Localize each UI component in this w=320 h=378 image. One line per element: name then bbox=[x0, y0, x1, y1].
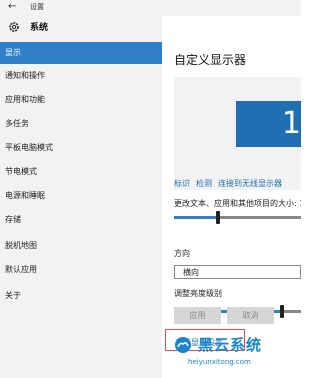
monitor-number: 1 bbox=[281, 106, 301, 141]
display-links: 标识 检测 连接到无线显示器 bbox=[174, 179, 288, 189]
sidebar-item-multitasking[interactable]: 多任务 bbox=[0, 113, 162, 135]
display-preview: 1 bbox=[174, 77, 301, 190]
detect-link[interactable]: 检测 bbox=[196, 179, 212, 188]
brightness-label: 调整亮度级别 bbox=[174, 289, 222, 298]
sidebar-item-battery-saver[interactable]: 节电模式 bbox=[0, 161, 162, 183]
watermark: 黑云系统 heiyunxitong.com bbox=[174, 336, 301, 378]
scale-slider[interactable] bbox=[174, 211, 301, 224]
sidebar-item-storage[interactable]: 存储 bbox=[0, 209, 162, 231]
window-title: 设置 bbox=[30, 3, 44, 11]
cancel-button[interactable]: 取消 bbox=[227, 307, 274, 324]
sidebar-item-power-sleep[interactable]: 电源和睡眠 bbox=[0, 185, 162, 207]
page-title: 自定义显示器 bbox=[174, 53, 247, 67]
wireless-display-link[interactable]: 连接到无线显示器 bbox=[218, 179, 282, 188]
sidebar-item-about[interactable]: 关于 bbox=[0, 285, 162, 307]
scale-slider-fill bbox=[174, 216, 218, 219]
sidebar-item-tablet-mode[interactable]: 平板电脑模式 bbox=[0, 137, 162, 159]
sidebar-item-notifications[interactable]: 通知和操作 bbox=[0, 65, 162, 87]
apply-button[interactable]: 应用 bbox=[174, 307, 221, 324]
scale-label: 更改文本、应用和其他项目的大小: 12 bbox=[174, 199, 301, 208]
orientation-value: 横向 bbox=[183, 268, 199, 277]
cloud-logo-icon bbox=[175, 337, 191, 353]
main-content: 自定义显示器 1 标识 检测 连接到无线显示器 更改文本、应用和其他项目的大小: 1… bbox=[162, 16, 301, 378]
gear-icon bbox=[9, 22, 19, 32]
sidebar: 系统 显示 通知和操作 应用和功能 多任务 平板电脑模式 节电模式 电源和睡眠 … bbox=[0, 16, 162, 378]
back-arrow-icon[interactable]: ← bbox=[8, 1, 16, 13]
orientation-select[interactable]: 横向 bbox=[174, 265, 301, 279]
monitor-tile[interactable]: 1 bbox=[236, 101, 301, 147]
watermark-url: heiyunxitong.com bbox=[188, 358, 251, 366]
title-bar: ← 设置 bbox=[0, 0, 301, 16]
orientation-label: 方向 bbox=[174, 249, 190, 258]
sidebar-header: 系统 bbox=[0, 20, 162, 38]
brightness-slider-thumb[interactable] bbox=[280, 305, 284, 318]
sidebar-title: 系统 bbox=[30, 23, 49, 33]
sidebar-item-offline-maps[interactable]: 脱机地图 bbox=[0, 235, 162, 257]
sidebar-item-apps[interactable]: 应用和功能 bbox=[0, 89, 162, 111]
sidebar-item-display[interactable]: 显示 bbox=[0, 42, 162, 64]
watermark-name: 黑云系统 bbox=[198, 336, 263, 354]
sidebar-item-default-apps[interactable]: 默认应用 bbox=[0, 259, 162, 281]
identify-link[interactable]: 标识 bbox=[174, 179, 190, 188]
scale-slider-thumb[interactable] bbox=[216, 211, 220, 224]
